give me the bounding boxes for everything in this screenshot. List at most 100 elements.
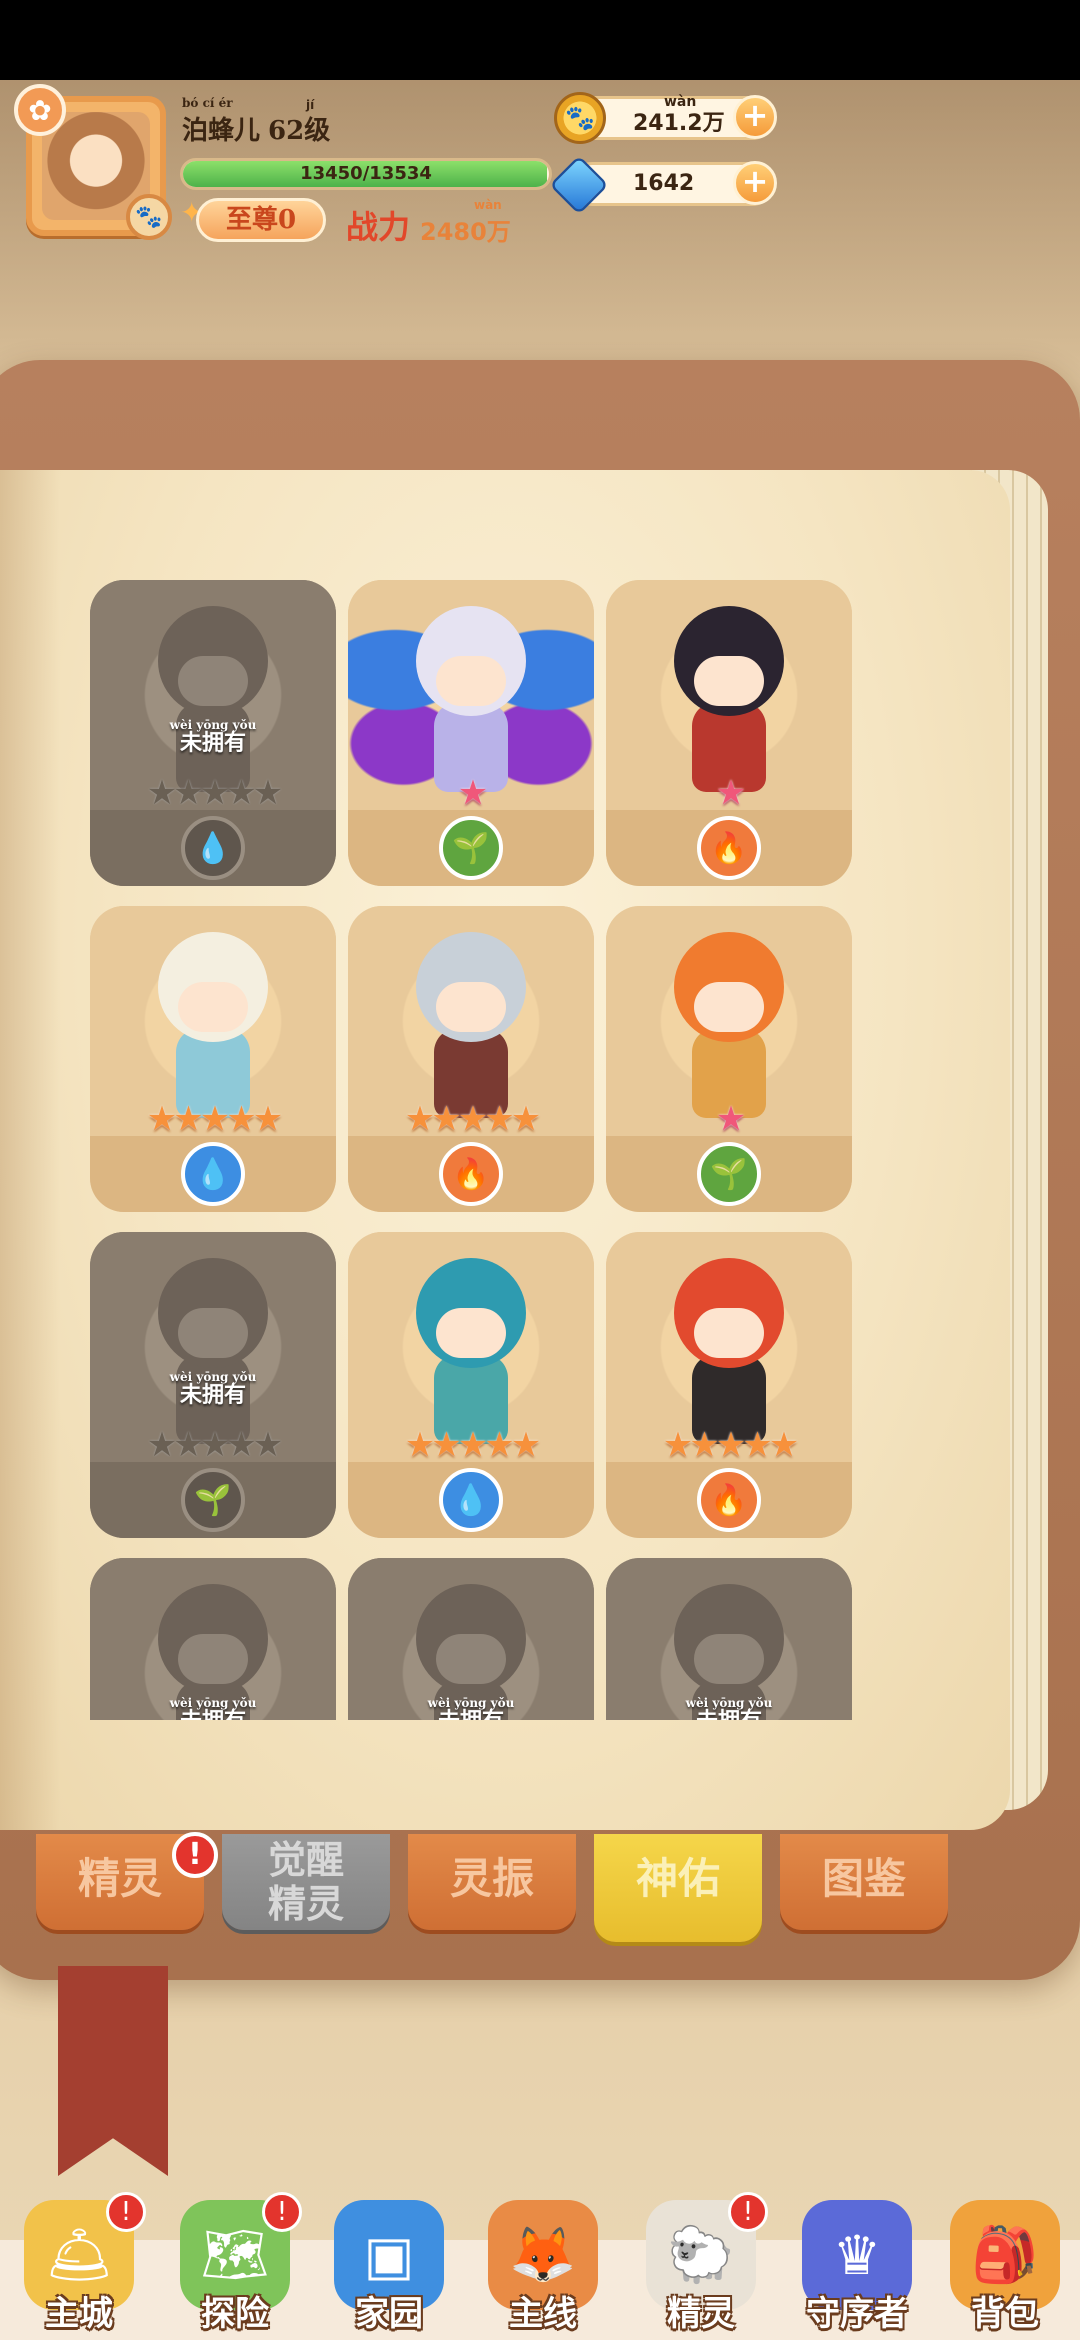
notification-badge: !	[262, 2192, 302, 2232]
water-element-icon: 💧	[181, 1142, 245, 1206]
notification-badge: !	[106, 2192, 146, 2232]
power-label: 战力	[346, 208, 411, 246]
unowned-label: wèi yōng yǒu未拥有	[348, 1696, 594, 1720]
spirit-card-goggles-spirit[interactable]: ★★★★★ 🔥	[348, 906, 594, 1212]
nav-label: 精灵	[667, 2294, 735, 2334]
unowned-text: 未拥有	[180, 1708, 246, 1720]
tab-label: 神佑	[635, 1854, 720, 1903]
fire-element-icon: 🔥	[439, 1142, 503, 1206]
tab-3[interactable]: 神佑	[594, 1834, 762, 1942]
figure-face	[436, 1634, 506, 1684]
add-gems-button[interactable]: +	[733, 161, 777, 205]
player-name: 泊蜂儿	[182, 116, 261, 146]
tab-label: 精灵	[77, 1854, 162, 1903]
water-element-icon: 💧	[181, 816, 245, 880]
spirit-card-ghost-spirit[interactable]: wèi yōng yǒu未拥有	[90, 1558, 336, 1720]
tab-label: 觉醒 精灵	[267, 1837, 344, 1926]
notification-badge: !	[172, 1832, 218, 1878]
figure-face	[178, 1308, 248, 1358]
star-rating: ★★★★★	[404, 1425, 541, 1465]
tab-4[interactable]: 图鉴	[780, 1834, 948, 1930]
vip-button[interactable]: 至尊0	[196, 198, 326, 242]
player-level: 62级	[268, 116, 331, 146]
figure-face	[178, 1634, 248, 1684]
water-element-icon: 💧	[439, 1468, 503, 1532]
unowned-label: wèi yōng yǒu未拥有	[90, 1696, 336, 1720]
nav-item-1[interactable]: 🗺 探险!	[160, 2190, 310, 2340]
coin-number: 241.2	[633, 111, 703, 136]
spirit-grid[interactable]: wèi yōng yǒu 未拥有 ★★★★★ 💧 ★ 🌱 ★ 🔥 ★★★★★ 💧 ★★★★★ 🔥 ★ 🌱 w…	[90, 570, 870, 1720]
unowned-label: wèi yōng yǒu未拥有	[606, 1696, 852, 1720]
figure-face	[694, 1634, 764, 1684]
power-value: 2480万	[420, 212, 511, 247]
spirit-card-dino-hat-spirit[interactable]: ★★★★★ 💧	[90, 906, 336, 1212]
figure-face	[694, 656, 764, 706]
nav-item-3[interactable]: 🦊 主线	[468, 2190, 618, 2340]
tab-label: 图鉴	[821, 1854, 906, 1903]
coin-unit: 万	[702, 111, 725, 136]
spirit-card-horned-spirit[interactable]: wèi yōng yǒu未拥有	[348, 1558, 594, 1720]
paw-coin-icon: 🐾	[554, 92, 606, 144]
fire-element-icon: 🔥	[697, 1468, 761, 1532]
nav-item-2[interactable]: ▣ 家园	[314, 2190, 464, 2340]
spirit-card-dino-hood-spirit[interactable]: ★★★★★ 💧	[348, 1232, 594, 1538]
coin-unit-ruby: wàn	[664, 94, 697, 110]
nav-label: 家园	[355, 2294, 423, 2334]
unowned-text: 未拥有	[438, 1708, 504, 1720]
star-rating: ★	[715, 1099, 746, 1139]
spirit-card-fox-spirit[interactable]: wèi yōng yǒu 未拥有 ★★★★★ 💧	[90, 580, 336, 886]
figure-face	[694, 982, 764, 1032]
spirit-card-dark-hair-spirit[interactable]: ★ 🔥	[606, 580, 852, 886]
unowned-label: wèi yōng yǒu未拥有	[90, 1370, 336, 1406]
book-spine-shadow	[0, 470, 60, 1830]
star-rating: ★	[457, 773, 488, 813]
unowned-label: wèi yōng yǒu未拥有	[90, 718, 336, 754]
xp-bar: 13450/13534	[180, 158, 552, 190]
star-rating: ★★★★★	[146, 1099, 283, 1139]
spirit-card-frog-hat-spirit[interactable]: ★ 🌱	[606, 906, 852, 1212]
nav-item-6[interactable]: 🎒 背包	[930, 2190, 1080, 2340]
nav-label: 守序者	[806, 2294, 908, 2334]
power-unit-ruby: wàn	[474, 198, 502, 212]
nav-item-4[interactable]: 🐑 精灵!	[626, 2190, 776, 2340]
paw-icon: 🐾	[126, 194, 172, 240]
nav-label: 背包	[971, 2294, 1039, 2334]
power-unit: 万	[486, 218, 511, 246]
player-name-row: bó cí ér 泊蜂儿 62级	[182, 96, 331, 147]
nav-item-5[interactable]: ♛ 守序者	[782, 2190, 932, 2340]
tab-label: 灵振	[449, 1854, 534, 1903]
spirit-card-mushroom-spirit[interactable]: ★★★★★ 🔥	[606, 1232, 852, 1538]
unowned-text: 未拥有	[696, 1708, 762, 1720]
figure-face	[436, 982, 506, 1032]
player-name-ruby: bó cí ér	[182, 96, 233, 110]
wood-element-icon: 🌱	[697, 1142, 761, 1206]
star-rating: ★★★★★	[146, 773, 283, 813]
figure-face	[178, 656, 248, 706]
tab-2[interactable]: 灵振	[408, 1834, 576, 1930]
add-coins-button[interactable]: +	[733, 95, 777, 139]
star-rating: ★★★★★	[662, 1425, 799, 1465]
figure-face	[436, 1308, 506, 1358]
settings-flower-icon[interactable]: ✿	[14, 84, 66, 136]
nav-item-0[interactable]: 🛎 主城!	[4, 2190, 154, 2340]
figure-face	[694, 1308, 764, 1358]
spirit-card-cat-spirit[interactable]: wèi yōng yǒu未拥有	[606, 1558, 852, 1720]
star-rating: ★★★★★	[404, 1099, 541, 1139]
star-rating: ★	[715, 773, 746, 813]
unowned-text: 未拥有	[179, 730, 246, 756]
notification-badge: !	[728, 2192, 768, 2232]
spirit-card-hat-spirit[interactable]: wèi yōng yǒu 未拥有 ★★★★★ 🌱	[90, 1232, 336, 1538]
xp-text: 13450/13534	[300, 163, 432, 184]
power-number: 2480	[420, 218, 487, 246]
level-ruby: jí	[306, 98, 315, 112]
fire-element-icon: 🔥	[697, 816, 761, 880]
wood-element-icon: 🌱	[439, 816, 503, 880]
tab-0[interactable]: 精灵!	[36, 1832, 218, 1930]
spirit-card-butterfly-spirit[interactable]: ★ 🌱	[348, 580, 594, 886]
figure-face	[436, 656, 506, 706]
figure-face	[178, 982, 248, 1032]
tab-1[interactable]: 觉醒 精灵	[222, 1834, 390, 1930]
unowned-text: 未拥有	[179, 1382, 246, 1408]
wood-element-icon: 🌱	[181, 1468, 245, 1532]
star-rating: ★★★★★	[146, 1425, 283, 1465]
